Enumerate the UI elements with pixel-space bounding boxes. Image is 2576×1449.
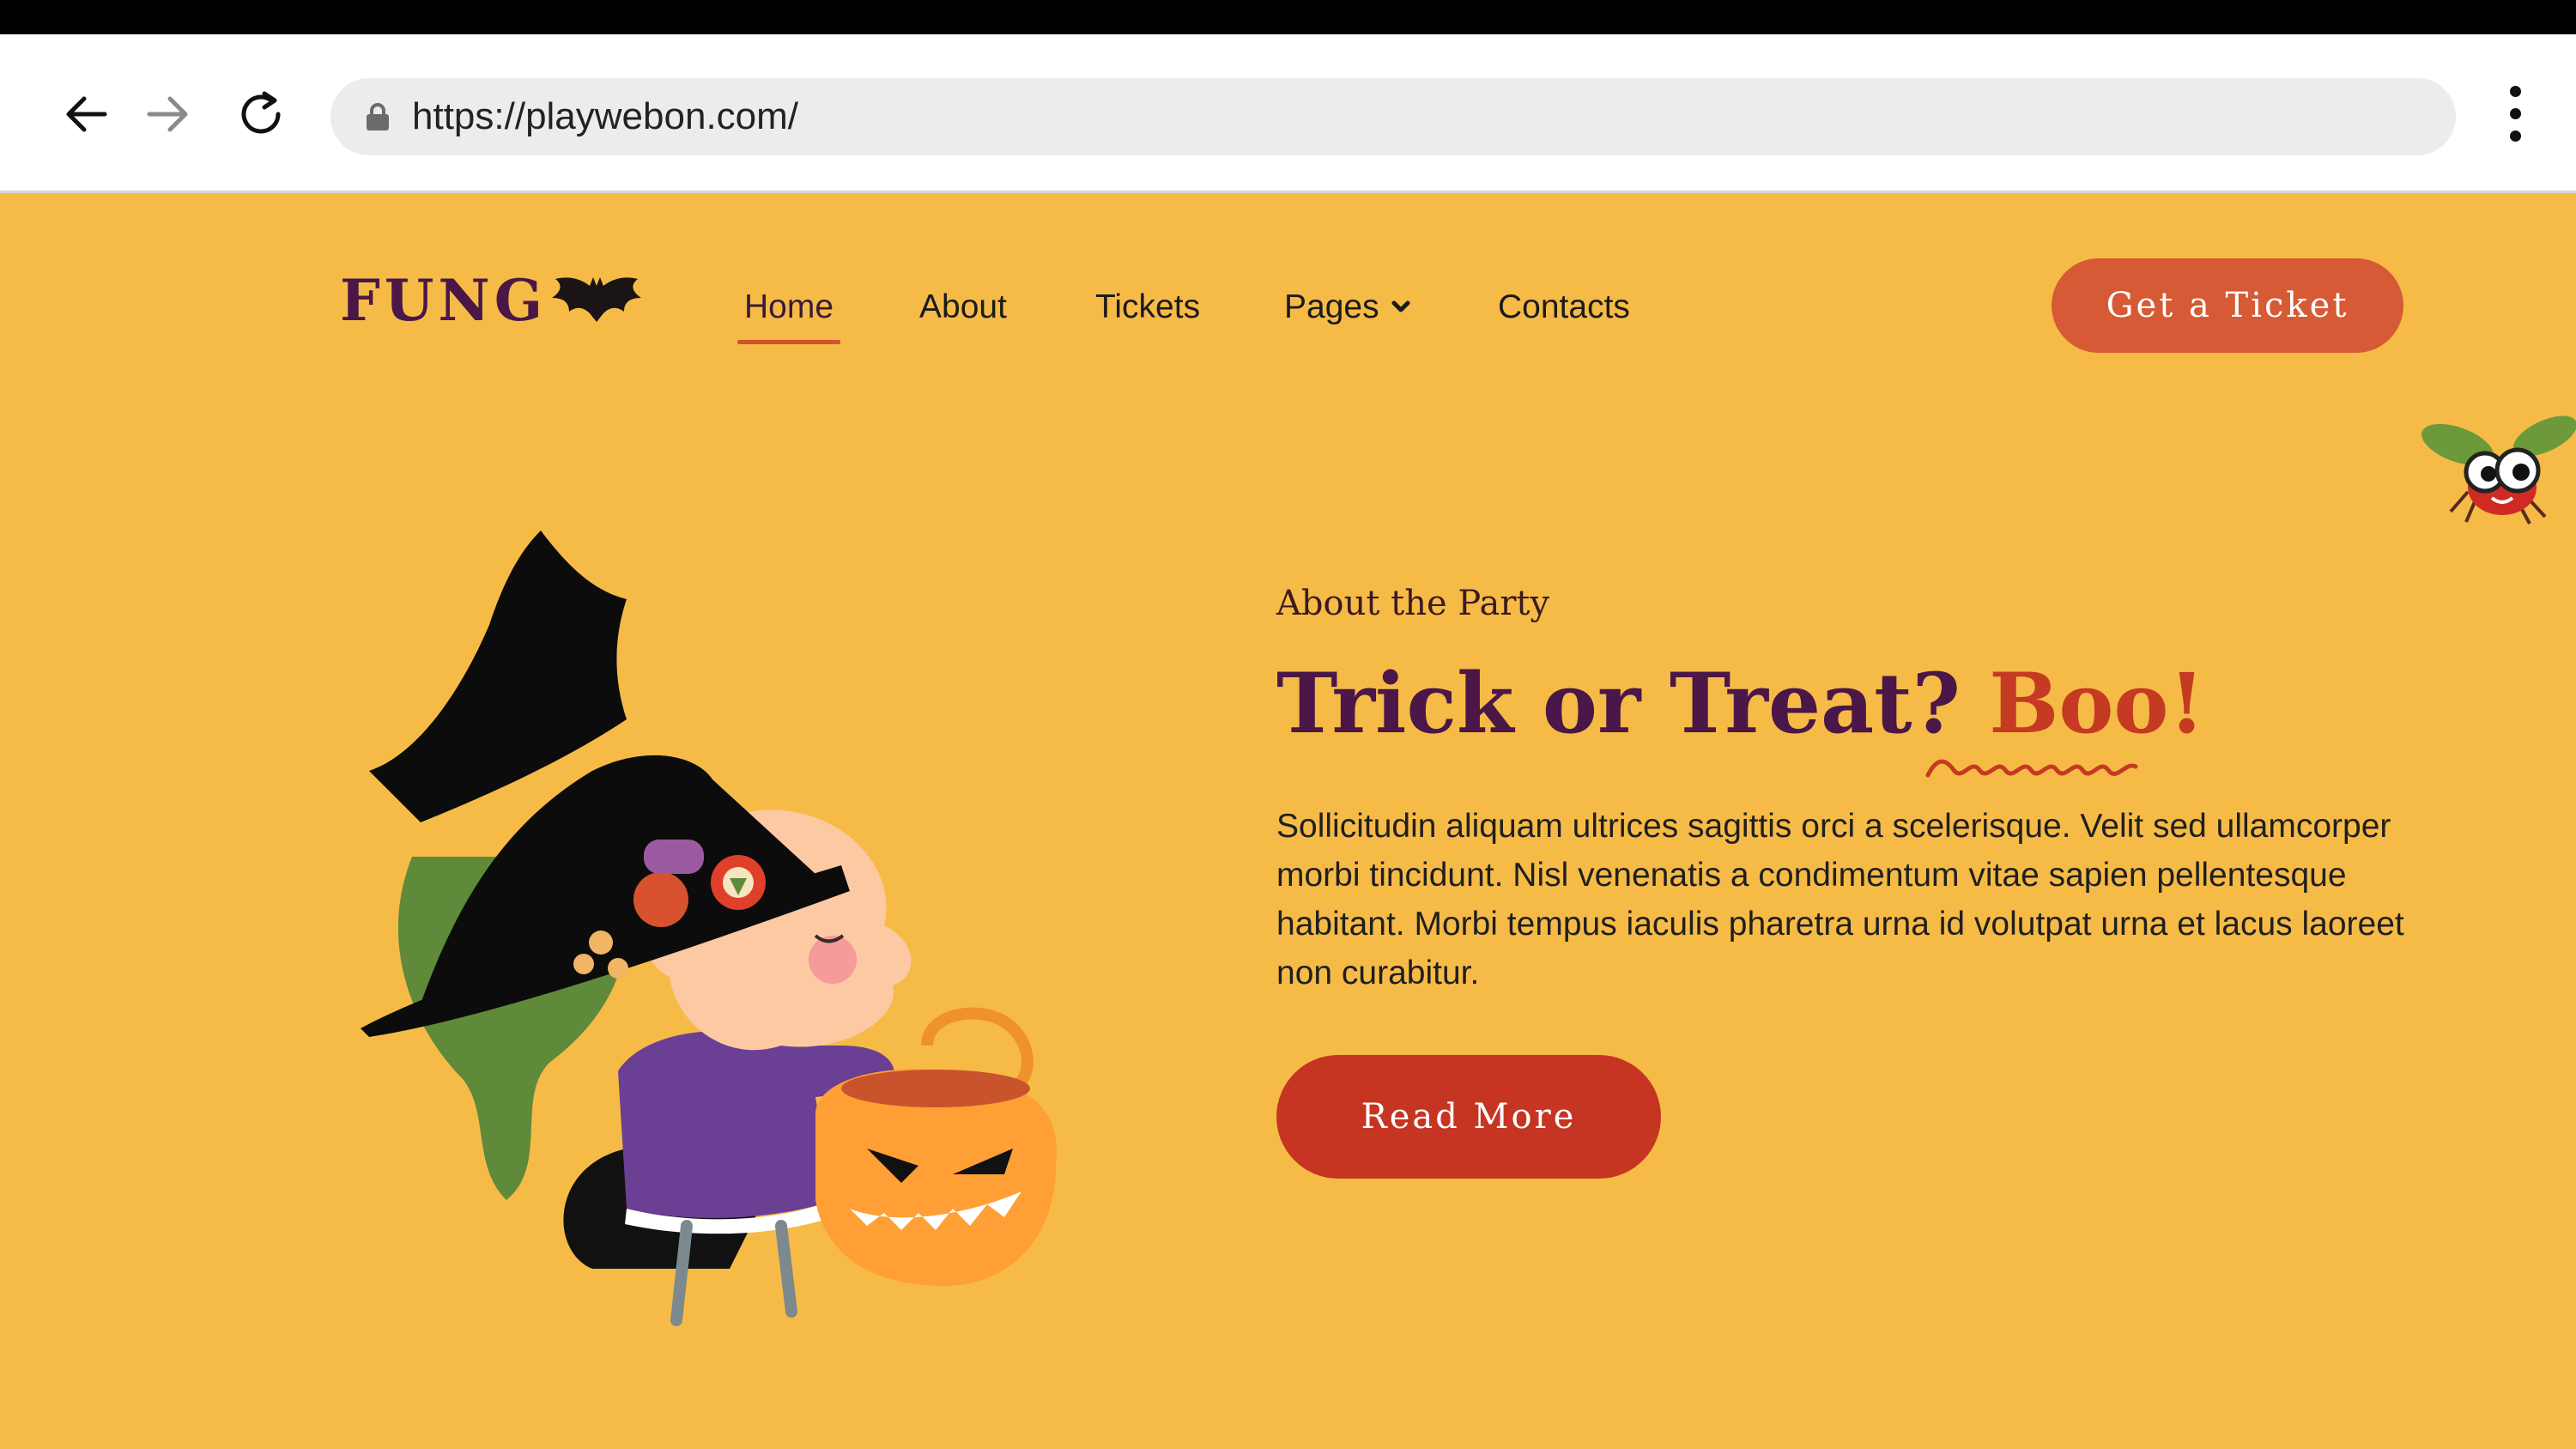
nav-about-label: About: [919, 288, 1007, 325]
address-bar[interactable]: https://playwebon.com/: [330, 78, 2456, 155]
browser-toolbar: https://playwebon.com/: [0, 34, 2576, 193]
logo-text: FUNG: [340, 267, 548, 334]
hero-body-text: Sollicitudin aliquam ultrices sagittis o…: [1276, 808, 2404, 991]
reload-button[interactable]: [218, 34, 304, 193]
back-arrow-icon: [66, 96, 107, 131]
active-nav-underline: [737, 340, 841, 344]
witch-illustration: [361, 530, 1058, 1326]
webpage: FUNG Home About Tickets Pages Contacts G…: [0, 196, 2576, 1449]
bug-illustration: [2421, 415, 2576, 524]
nav-tickets[interactable]: Tickets: [1095, 288, 1200, 326]
nav-contacts[interactable]: Contacts: [1498, 288, 1630, 326]
chevron-down-icon: [1391, 300, 1410, 312]
nav-home-label: Home: [744, 288, 834, 325]
headline-main: Trick or Treat?: [1276, 655, 1961, 752]
forward-button[interactable]: [125, 34, 211, 193]
section-eyebrow: About the Party: [1276, 584, 1550, 623]
nav-home[interactable]: Home: [737, 288, 841, 344]
get-ticket-button[interactable]: Get a Ticket: [2052, 258, 2403, 353]
back-button[interactable]: [43, 34, 129, 193]
site-logo[interactable]: FUNG: [340, 266, 645, 335]
nav-pages-label: Pages: [1284, 288, 1379, 325]
lock-icon: [367, 103, 389, 130]
headline-accent: Boo!: [1989, 655, 2205, 752]
nav-pages[interactable]: Pages: [1284, 288, 1410, 326]
bat-icon: [552, 277, 642, 322]
read-more-button[interactable]: Read More: [1276, 1055, 1661, 1179]
squiggle-decoration: [1925, 759, 2138, 778]
forward-arrow-icon: [147, 96, 188, 131]
reload-icon: [241, 91, 281, 133]
url-text: https://playwebon.com/: [412, 95, 799, 137]
nav-tickets-label: Tickets: [1095, 288, 1201, 325]
device-status-bar: [0, 0, 2576, 34]
nav-about[interactable]: About: [919, 288, 1007, 326]
nav-contacts-label: Contacts: [1498, 288, 1630, 325]
kebab-menu-icon[interactable]: [2481, 34, 2549, 193]
hero-headline: Trick or Treat? Boo!: [1276, 655, 2205, 752]
